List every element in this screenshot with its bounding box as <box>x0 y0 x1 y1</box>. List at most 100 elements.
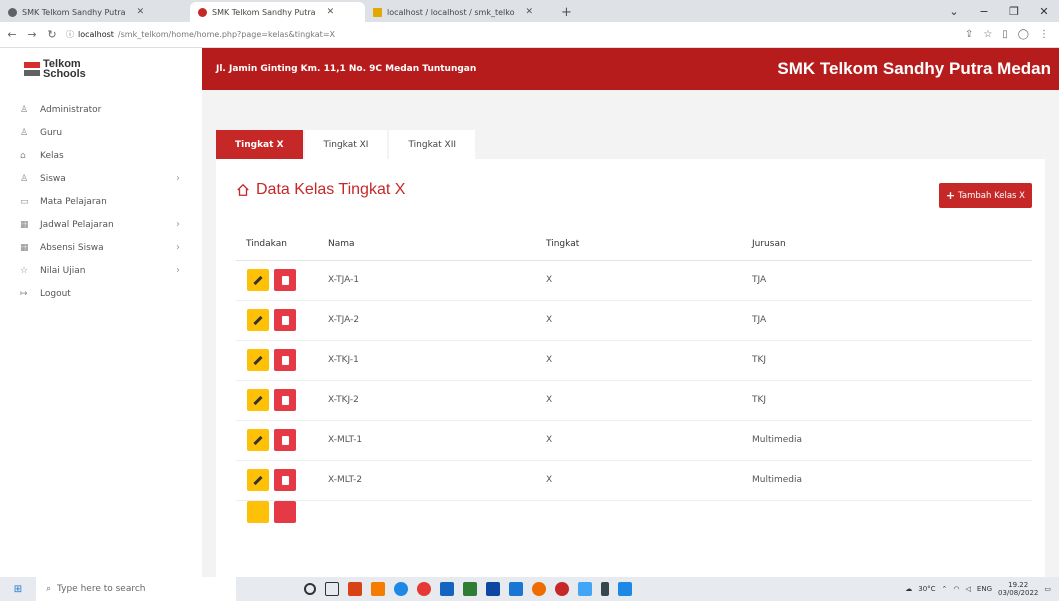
minimize-icon[interactable]: − <box>969 5 999 18</box>
sidebar-toggle-icon[interactable]: ▯ <box>1002 29 1008 40</box>
excel-icon[interactable] <box>463 582 477 596</box>
user-icon: ♙ <box>20 104 29 115</box>
users-icon: ♙ <box>20 173 29 184</box>
sidebar-item-kelas[interactable]: ⌂ Kelas <box>0 144 202 167</box>
share-icon[interactable]: ⇪ <box>965 29 973 40</box>
delete-button[interactable] <box>274 469 296 491</box>
tab-tingkat-xi[interactable]: Tingkat XI <box>304 130 388 159</box>
edit-button[interactable] <box>247 389 269 411</box>
col-header-tingkat: Tingkat <box>536 229 742 261</box>
app-icon-orange[interactable] <box>532 582 546 596</box>
delete-button[interactable] <box>274 269 296 291</box>
close-window-icon[interactable]: ✕ <box>1029 5 1059 18</box>
office-icon[interactable] <box>348 582 362 596</box>
sidebar-item-nilai-ujian[interactable]: ☆ Nilai Ujian › <box>0 259 202 282</box>
star-icon: ☆ <box>20 265 29 276</box>
info-icon[interactable]: ⓘ <box>66 29 74 40</box>
taskbar-search[interactable]: ⌕ Type here to search <box>36 577 236 601</box>
browser-tab[interactable]: SMK Telkom Sandhy Putra ✕ <box>0 2 190 22</box>
task-view-icon[interactable] <box>325 582 339 596</box>
delete-button[interactable] <box>274 429 296 451</box>
forward-icon[interactable]: → <box>26 28 38 41</box>
xampp-icon[interactable] <box>371 582 385 596</box>
cortana-icon[interactable] <box>304 583 316 595</box>
sidebar-item-label: Siswa <box>40 173 66 184</box>
folder-icon <box>373 7 382 17</box>
home-icon: ⌂ <box>20 150 26 161</box>
more-menu-icon[interactable]: ⋮ <box>1039 29 1049 40</box>
close-icon[interactable]: ✕ <box>327 7 335 17</box>
notification-icon[interactable]: ▭ <box>1044 585 1051 593</box>
wifi-icon[interactable]: ◠ <box>953 585 959 593</box>
trash-icon <box>281 275 289 285</box>
sidebar-item-absensi-siswa[interactable]: ▦ Absensi Siswa › <box>0 236 202 259</box>
reload-icon[interactable]: ↻ <box>46 28 58 41</box>
window-controls: ⌄ − ❐ ✕ <box>939 0 1059 22</box>
tray-chevron-up-icon[interactable]: ⌃ <box>942 585 948 593</box>
delete-button[interactable] <box>274 349 296 371</box>
table-row: X-TKJ-1 X TKJ <box>236 340 1032 381</box>
tab-tingkat-xii[interactable]: Tingkat XII <box>389 130 476 159</box>
maximize-icon[interactable]: ❐ <box>999 5 1029 18</box>
pencil-icon <box>253 395 263 405</box>
app-icon-blue[interactable] <box>578 582 592 596</box>
url-path: /smk_telkom/home/home.php?page=kelas&tin… <box>117 30 335 39</box>
add-class-button[interactable]: + Tambah Kelas X <box>938 183 1032 208</box>
app-icon-red[interactable] <box>555 582 569 596</box>
browser-tab-active[interactable]: SMK Telkom Sandhy Putra ✕ <box>190 2 365 22</box>
word-icon[interactable] <box>486 582 500 596</box>
browser-tab[interactable]: localhost / localhost / smk_telko ✕ <box>365 2 555 22</box>
app-icon-dark[interactable] <box>601 582 609 596</box>
windows-start-icon[interactable]: ⊞ <box>0 584 36 595</box>
sidebar-item-mata-pelajaran[interactable]: ▭ Mata Pelajaran <box>0 190 202 213</box>
address-bar[interactable]: ⓘ localhost/smk_telkom/home/home.php?pag… <box>66 26 957 44</box>
clock[interactable]: 19.22 03/08/2022 <box>998 581 1038 597</box>
edge-icon[interactable] <box>394 582 408 596</box>
sidebar-item-siswa[interactable]: ♙ Siswa › <box>0 167 202 190</box>
file-explorer-icon[interactable] <box>618 582 632 596</box>
volume-icon[interactable]: ◁ <box>966 585 971 593</box>
delete-button[interactable] <box>274 500 296 523</box>
chevron-down-icon[interactable]: ⌄ <box>939 5 969 18</box>
cell-nama: X-MLT-2 <box>318 460 536 501</box>
trash-icon <box>281 355 289 365</box>
edit-button[interactable] <box>247 469 269 491</box>
chrome-icon[interactable] <box>417 582 431 596</box>
telkom-logo[interactable]: Telkom Schools <box>0 48 202 90</box>
new-tab-button[interactable]: + <box>555 2 578 22</box>
edit-button[interactable] <box>247 500 269 523</box>
browser-tabstrip: SMK Telkom Sandhy Putra ✕ SMK Telkom San… <box>0 0 1059 22</box>
sidebar-item-guru[interactable]: ♙ Guru <box>0 121 202 144</box>
edit-button[interactable] <box>247 429 269 451</box>
sidebar-item-jadwal-pelajaran[interactable]: ▦ Jadwal Pelajaran › <box>0 213 202 236</box>
sidebar-item-label: Nilai Ujian <box>40 265 86 276</box>
cell-tingkat: X <box>536 340 742 381</box>
sidebar: ♙ Administrator ♙ Guru ⌂ Kelas ♙ Siswa ›… <box>0 90 202 577</box>
edit-button[interactable] <box>247 309 269 331</box>
close-icon[interactable]: ✕ <box>526 7 534 17</box>
language-indicator[interactable]: ENG <box>977 585 992 593</box>
edit-button[interactable] <box>247 269 269 291</box>
sidebar-item-label: Kelas <box>40 150 64 161</box>
cell-jurusan: Multimedia <box>742 420 1032 461</box>
weather-icon[interactable]: ☁ <box>905 585 912 593</box>
delete-button[interactable] <box>274 309 296 331</box>
cell-jurusan: TJA <box>742 300 1032 341</box>
delete-button[interactable] <box>274 389 296 411</box>
edit-button[interactable] <box>247 349 269 371</box>
vscode-icon[interactable] <box>509 582 523 596</box>
windows-taskbar: ⊞ ⌕ Type here to search ☁ 30°C ⌃ ◠ ◁ ENG… <box>0 577 1059 601</box>
table-icon: ▦ <box>20 219 29 230</box>
clock-date: 03/08/2022 <box>998 589 1039 597</box>
cell-tingkat: X <box>536 380 742 421</box>
tab-tingkat-x[interactable]: Tingkat X <box>216 130 303 159</box>
store-icon[interactable] <box>440 582 454 596</box>
sidebar-item-logout[interactable]: ↦ Logout <box>0 282 202 305</box>
back-icon[interactable]: ← <box>6 28 18 41</box>
bookmark-star-icon[interactable]: ☆ <box>983 29 992 40</box>
cell-jurusan: TKJ <box>742 340 1032 381</box>
profile-icon[interactable]: ◯ <box>1018 29 1029 40</box>
weather-temp[interactable]: 30°C <box>918 585 935 593</box>
sidebar-item-administrator[interactable]: ♙ Administrator <box>0 98 202 121</box>
close-icon[interactable]: ✕ <box>137 7 145 17</box>
